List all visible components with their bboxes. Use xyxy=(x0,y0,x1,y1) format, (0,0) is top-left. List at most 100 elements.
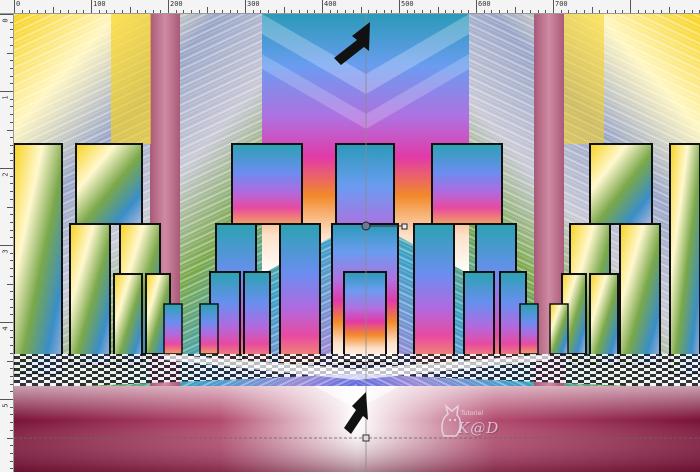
ruler-tick xyxy=(476,0,477,13)
ruler-tick xyxy=(206,7,208,13)
ruler-tick xyxy=(52,7,54,13)
ruler-tick xyxy=(10,314,13,316)
ruler-tick xyxy=(653,10,655,13)
ruler-horizontal[interactable]: 0 100 200 300 400 500 600 700 xyxy=(0,0,700,14)
ruler-tick xyxy=(10,152,13,154)
ruler-tick xyxy=(121,10,123,13)
ruler-tick xyxy=(83,10,85,13)
ruler-tick xyxy=(614,10,616,13)
ruler-tick xyxy=(7,360,13,362)
ruler-tick xyxy=(645,10,647,13)
ruler-tick xyxy=(7,437,13,439)
ruler-tick xyxy=(229,10,231,13)
guide-handle-bottom[interactable] xyxy=(362,434,370,442)
ruler-tick xyxy=(10,406,13,408)
ruler-tick xyxy=(191,10,193,13)
ruler-tick xyxy=(10,21,13,23)
ruler-tick xyxy=(168,0,169,13)
ruler-label-left: 3 xyxy=(1,249,10,254)
ruler-tick xyxy=(175,10,177,13)
ruler-tick xyxy=(10,298,13,300)
ruler-tick xyxy=(545,10,547,13)
ruler-tick xyxy=(491,10,493,13)
rotate-handle[interactable] xyxy=(401,223,408,230)
ruler-tick xyxy=(591,7,593,13)
ruler-tick xyxy=(10,391,13,393)
ruler-tick xyxy=(429,10,431,13)
ruler-tick xyxy=(452,10,454,13)
image-canvas[interactable] xyxy=(14,14,700,472)
ruler-tick xyxy=(260,10,262,13)
ruler-tick xyxy=(10,252,13,254)
ruler-tick xyxy=(10,291,13,293)
ruler-label-top: 500 xyxy=(401,0,414,8)
ruler-vertical[interactable]: 0 1 2 3 4 5 xyxy=(0,14,14,472)
ruler-tick xyxy=(560,10,562,13)
ruler-tick xyxy=(160,10,162,13)
ruler-tick xyxy=(676,10,678,13)
ruler-tick xyxy=(10,275,13,277)
ruler-tick xyxy=(553,0,554,13)
ruler-tick xyxy=(10,268,13,270)
ruler-label-top: 600 xyxy=(478,0,491,8)
ruler-tick xyxy=(98,10,100,13)
ruler-tick xyxy=(10,67,13,69)
ruler-tick xyxy=(10,329,13,331)
ruler-tick xyxy=(391,10,393,13)
ruler-label-left: 5 xyxy=(1,403,10,408)
ruler-tick xyxy=(10,75,13,77)
ruler-tick xyxy=(7,129,13,131)
ruler-tick xyxy=(60,10,62,13)
ruler-tick xyxy=(75,10,77,13)
ruler-tick xyxy=(583,10,585,13)
ruler-tick xyxy=(460,10,462,13)
ruler-label-top: 100 xyxy=(93,0,106,8)
ruler-tick xyxy=(10,414,13,416)
ruler-tick xyxy=(337,10,339,13)
ruler-tick xyxy=(10,60,13,62)
ruler-tick xyxy=(245,0,246,13)
ruler-tick xyxy=(368,10,370,13)
ruler-label-top: 700 xyxy=(555,0,568,8)
ruler-tick xyxy=(399,0,400,13)
ruler-tick xyxy=(152,10,154,13)
ruler-tick xyxy=(10,422,13,424)
ruler-tick xyxy=(522,10,524,13)
ruler-tick xyxy=(10,175,13,177)
ruler-tick xyxy=(10,83,13,85)
watermark-text: K@D xyxy=(458,419,500,437)
ruler-tick xyxy=(21,10,23,13)
ruler-tick xyxy=(414,10,416,13)
ruler-tick xyxy=(360,7,362,13)
ruler-tick xyxy=(10,337,13,339)
ruler-tick xyxy=(7,283,13,285)
ruler-tick xyxy=(322,0,323,13)
ruler-tick xyxy=(198,10,200,13)
ruler-tick xyxy=(468,10,470,13)
ruler-tick xyxy=(637,10,639,13)
ruler-tick xyxy=(67,10,69,13)
ruler-tick xyxy=(406,10,408,13)
watermark-small-text: Tutoriel xyxy=(461,410,484,417)
ruler-tick xyxy=(10,345,13,347)
ruler-tick xyxy=(437,7,439,13)
ruler-tick xyxy=(10,429,13,431)
ruler-tick xyxy=(10,221,13,223)
ruler-tick xyxy=(129,7,131,13)
ruler-tick xyxy=(10,352,13,354)
ruler-tick xyxy=(622,10,624,13)
ruler-tick xyxy=(10,468,13,470)
ruler-tick xyxy=(10,183,13,185)
ruler-label-top: 400 xyxy=(324,0,337,8)
ruler-tick xyxy=(306,10,308,13)
ruler-tick xyxy=(252,10,254,13)
ruler-tick xyxy=(14,0,15,13)
editor-window: 0 100 200 300 400 500 600 700 012345 Tut… xyxy=(0,0,700,472)
ruler-tick xyxy=(375,10,377,13)
ruler-tick xyxy=(668,7,670,13)
pivot-handle[interactable] xyxy=(361,221,371,231)
ruler-tick xyxy=(10,114,13,116)
ruler-tick xyxy=(10,368,13,370)
ruler-tick xyxy=(37,10,39,13)
ruler-tick xyxy=(10,198,13,200)
